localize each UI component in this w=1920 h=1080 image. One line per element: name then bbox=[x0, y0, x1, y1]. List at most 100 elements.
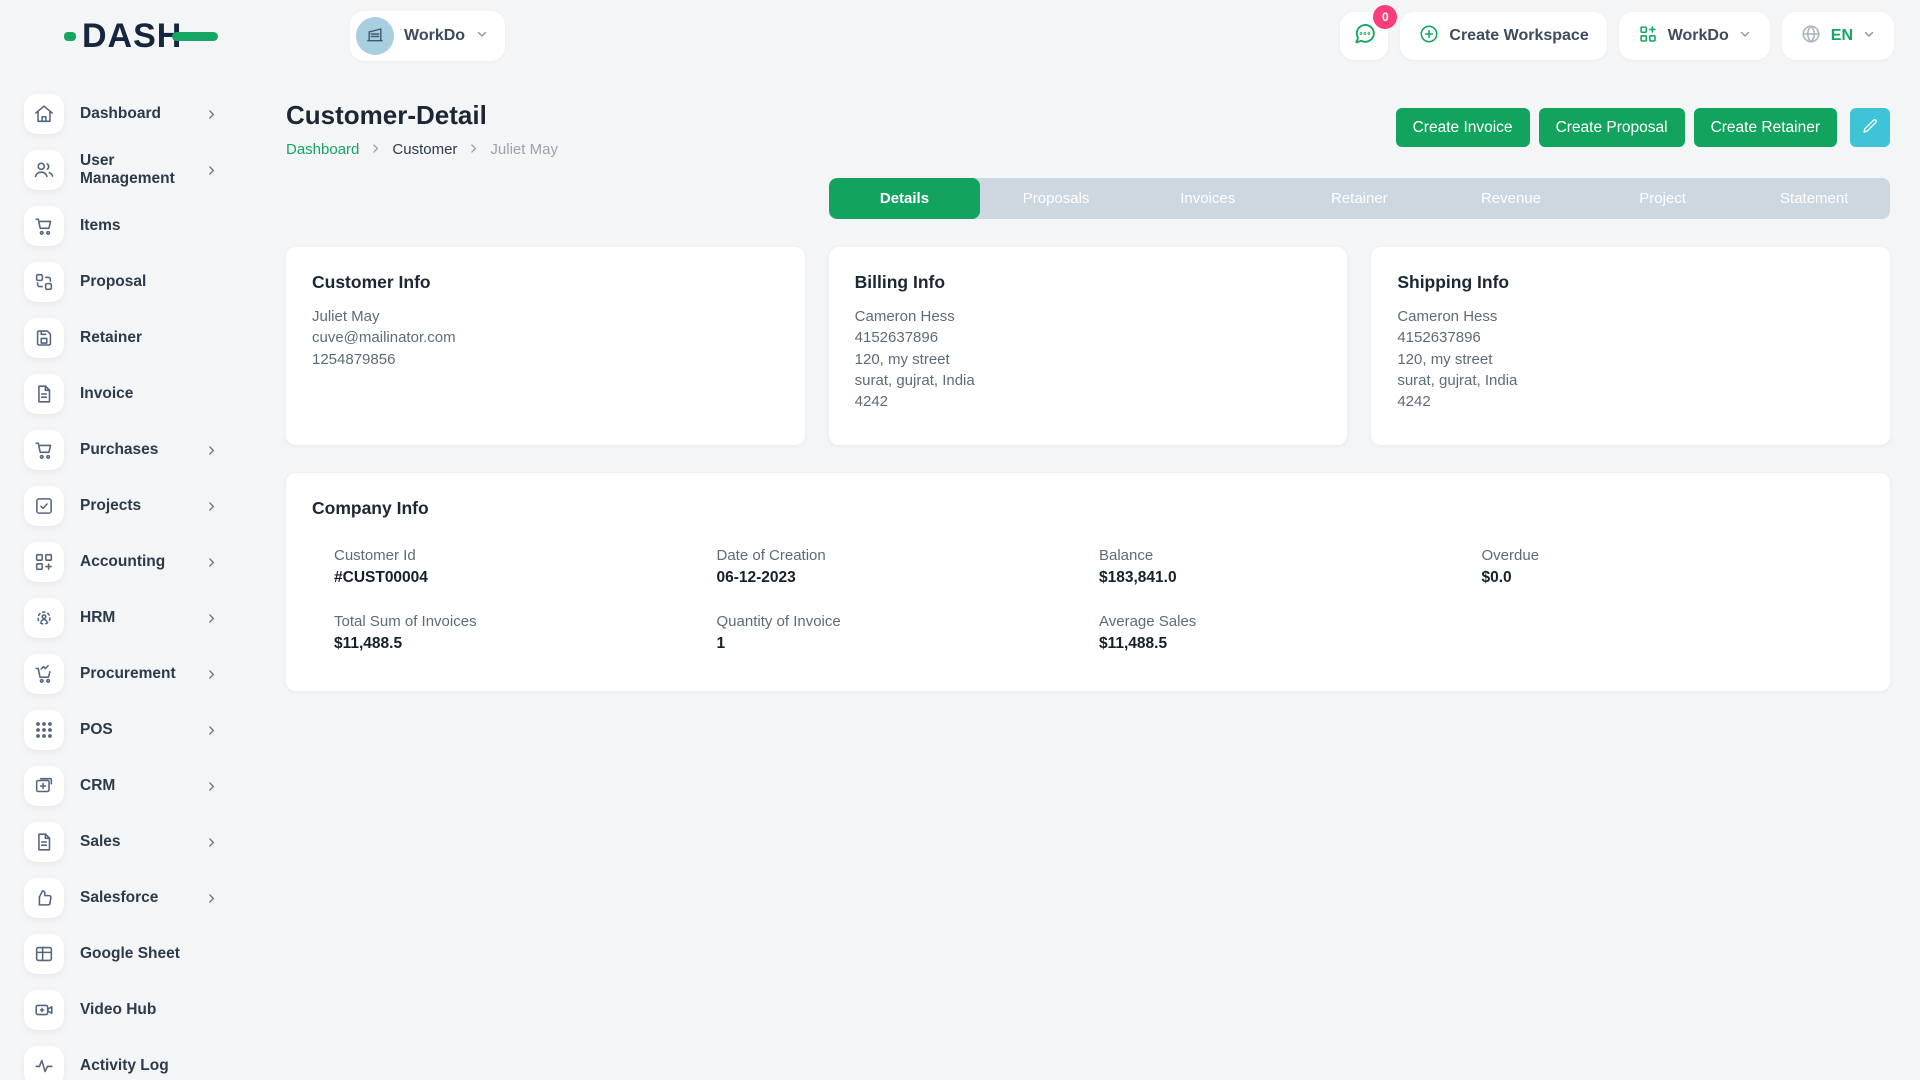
language-code: EN bbox=[1831, 27, 1853, 45]
chat-icon bbox=[1352, 21, 1377, 51]
tab-revenue[interactable]: Revenue bbox=[1435, 178, 1587, 219]
sidebar-item-label: Accounting bbox=[80, 553, 189, 571]
sidebar-item-label: Dashboard bbox=[80, 105, 189, 123]
create-invoice-button[interactable]: Create Invoice bbox=[1396, 108, 1530, 147]
shipping-info-lines: Cameron Hess4152637896120, my streetsura… bbox=[1397, 306, 1864, 412]
info-line: Juliet May bbox=[312, 306, 779, 327]
chevron-right-icon bbox=[205, 836, 218, 849]
messages-badge: 0 bbox=[1373, 5, 1397, 29]
field-value: 1 bbox=[717, 635, 1100, 653]
shipping-info-card: Shipping InfoCameron Hess4152637896120, … bbox=[1371, 247, 1890, 445]
info-line: surat, gujrat, India bbox=[1397, 370, 1864, 391]
sidebar-item-label: HRM bbox=[80, 609, 189, 627]
sidebar-item-hrm[interactable]: HRM bbox=[24, 598, 234, 638]
workspace-selector[interactable]: WorkDo bbox=[350, 11, 505, 61]
info-line: 4242 bbox=[1397, 391, 1864, 412]
breadcrumb-dashboard[interactable]: Dashboard bbox=[286, 141, 359, 158]
workdo-menu[interactable]: WorkDo bbox=[1619, 12, 1770, 60]
company-field-average-sales: Average Sales $11,488.5 bbox=[1099, 613, 1482, 653]
billing-info-lines: Cameron Hess4152637896120, my streetsura… bbox=[855, 306, 1322, 412]
sidebar-item-label: POS bbox=[80, 721, 189, 739]
sidebar-item-video-hub[interactable]: Video Hub bbox=[24, 990, 234, 1030]
sidebar-item-projects[interactable]: Projects bbox=[24, 486, 234, 526]
company-field-overdue: Overdue$0.0 bbox=[1482, 547, 1865, 587]
tab-statement[interactable]: Statement bbox=[1738, 178, 1890, 219]
field-label: Quantity of Invoice bbox=[717, 613, 1100, 630]
topbar: DASH WorkDo 0 Create Workspace WorkDo EN bbox=[0, 0, 1920, 72]
create-proposal-button[interactable]: Create Proposal bbox=[1539, 108, 1685, 147]
sidebar-item-sales[interactable]: Sales bbox=[24, 822, 234, 862]
info-line: 4152637896 bbox=[855, 327, 1322, 348]
main-content: Customer-Detail Dashboard Customer Julie… bbox=[252, 72, 1920, 691]
logo-bar-icon bbox=[172, 32, 218, 41]
company-field-quantity-of-invoice: Quantity of Invoice 1 bbox=[717, 613, 1100, 653]
company-field-total-sum-of-invoices: Total Sum of Invoices$11,488.5 bbox=[334, 613, 717, 653]
tab-retainer[interactable]: Retainer bbox=[1284, 178, 1436, 219]
field-value: #CUST00004 bbox=[334, 569, 717, 587]
field-label: Customer Id bbox=[334, 547, 717, 564]
sidebar-item-proposal[interactable]: Proposal bbox=[24, 262, 234, 302]
sidebar-item-invoice[interactable]: Invoice bbox=[24, 374, 234, 414]
sidebar-item-label: Procurement bbox=[80, 665, 189, 683]
grid-plus-icon bbox=[24, 542, 64, 582]
info-line: 120, my street bbox=[1397, 349, 1864, 370]
sidebar-item-salesforce[interactable]: Salesforce bbox=[24, 878, 234, 918]
save-icon bbox=[24, 318, 64, 358]
users-icon bbox=[24, 150, 64, 190]
swap-icon bbox=[24, 262, 64, 302]
info-line: cuve@mailinator.com bbox=[312, 327, 779, 348]
tabs-row: DetailsProposalsInvoicesRetainerRevenueP… bbox=[286, 178, 1890, 219]
create-workspace-button[interactable]: Create Workspace bbox=[1400, 12, 1606, 60]
sidebar-item-accounting[interactable]: Accounting bbox=[24, 542, 234, 582]
tab-invoices[interactable]: Invoices bbox=[1132, 178, 1284, 219]
info-cards-row: Customer InfoJuliet Maycuve@mailinator.c… bbox=[286, 247, 1890, 445]
activity-icon bbox=[24, 1046, 64, 1080]
sidebar-item-label: Invoice bbox=[80, 385, 234, 403]
chevron-right-icon bbox=[205, 444, 218, 457]
sidebar-item-purchases[interactable]: Purchases bbox=[24, 430, 234, 470]
globe-icon bbox=[1800, 23, 1822, 50]
home-icon bbox=[24, 94, 64, 134]
sidebar-item-procurement[interactable]: Procurement bbox=[24, 654, 234, 694]
create-retainer-button[interactable]: Create Retainer bbox=[1694, 108, 1837, 147]
tab-project[interactable]: Project bbox=[1587, 178, 1739, 219]
sidebar-item-dashboard[interactable]: Dashboard bbox=[24, 94, 234, 134]
logo-text: DASH bbox=[82, 19, 182, 53]
sidebar-item-label: Salesforce bbox=[80, 889, 189, 907]
sidebar-item-label: Activity Log bbox=[80, 1057, 234, 1075]
field-value: $183,841.0 bbox=[1099, 569, 1482, 587]
chevron-right-icon bbox=[205, 108, 218, 121]
messages-button[interactable]: 0 bbox=[1340, 12, 1388, 60]
plus-circle-icon bbox=[1418, 23, 1440, 50]
sidebar-item-retainer[interactable]: Retainer bbox=[24, 318, 234, 358]
sidebar-item-items[interactable]: Items bbox=[24, 206, 234, 246]
sidebar-item-label: Retainer bbox=[80, 329, 234, 347]
breadcrumb-customer[interactable]: Customer bbox=[392, 141, 457, 158]
edit-customer-button[interactable] bbox=[1850, 108, 1890, 147]
field-value: 06-12-2023 bbox=[717, 569, 1100, 587]
create-workspace-label: Create Workspace bbox=[1449, 27, 1588, 45]
sidebar-item-user-management[interactable]: User Management bbox=[24, 150, 234, 190]
chevron-right-icon bbox=[205, 780, 218, 793]
language-selector[interactable]: EN bbox=[1782, 12, 1894, 60]
sidebar-item-google-sheet[interactable]: Google Sheet bbox=[24, 934, 234, 974]
sidebar-item-crm[interactable]: CRM bbox=[24, 766, 234, 806]
cart-icon bbox=[24, 206, 64, 246]
file-text-icon bbox=[24, 374, 64, 414]
page-title-block: Customer-Detail Dashboard Customer Julie… bbox=[286, 100, 558, 158]
company-field-balance: Balance$183,841.0 bbox=[1099, 547, 1482, 587]
info-line: surat, gujrat, India bbox=[855, 370, 1322, 391]
field-label: Overdue bbox=[1482, 547, 1865, 564]
field-value: $11,488.5 bbox=[1099, 635, 1482, 653]
sidebar-item-label: Video Hub bbox=[80, 1001, 234, 1019]
sidebar-item-pos[interactable]: POS bbox=[24, 710, 234, 750]
building-icon bbox=[356, 17, 394, 55]
field-label: Average Sales bbox=[1099, 613, 1482, 630]
tab-proposals[interactable]: Proposals bbox=[980, 178, 1132, 219]
tab-details[interactable]: Details bbox=[829, 178, 981, 219]
company-info-title: Company Info bbox=[312, 498, 1864, 519]
field-label: Date of Creation bbox=[717, 547, 1100, 564]
video-icon bbox=[24, 990, 64, 1030]
sidebar-item-activity-log[interactable]: Activity Log bbox=[24, 1046, 234, 1080]
chevron-right-icon bbox=[205, 892, 218, 905]
